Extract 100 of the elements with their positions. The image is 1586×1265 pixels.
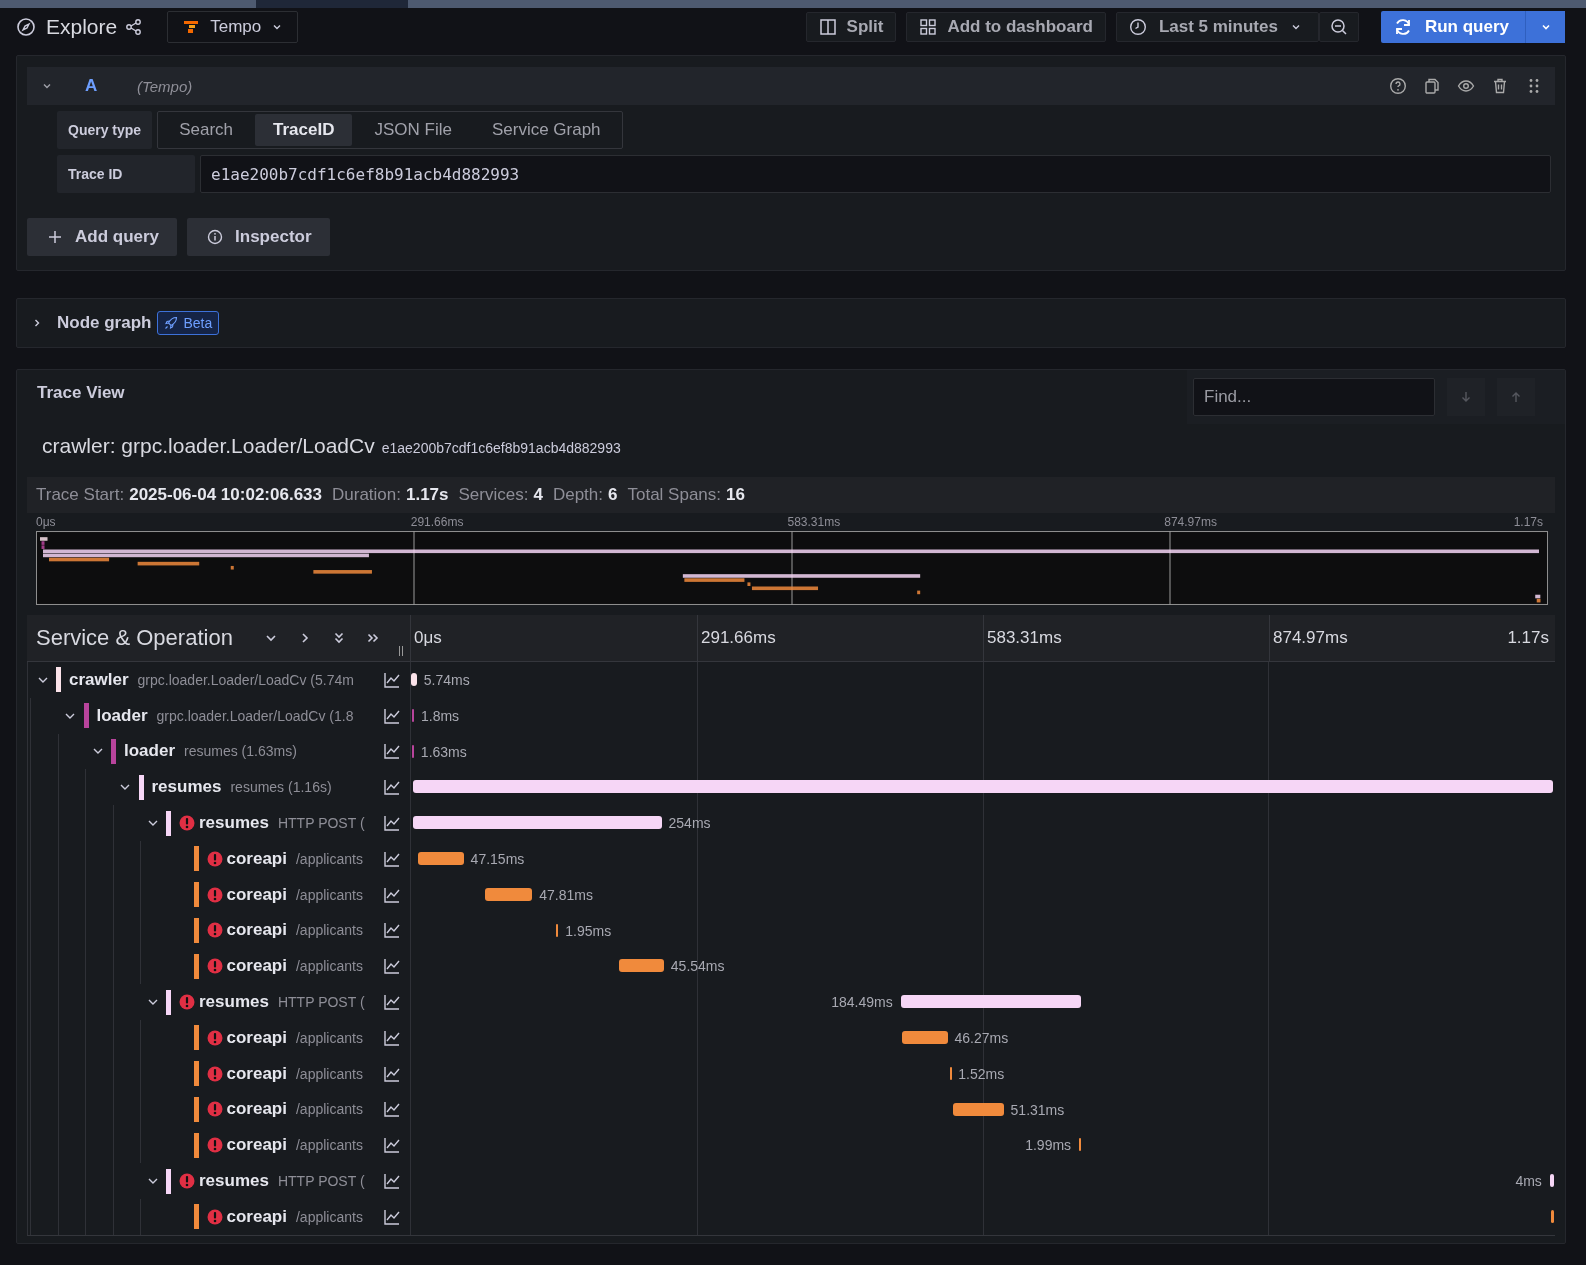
service-name[interactable]: resumes — [199, 992, 269, 1013]
service-name[interactable]: coreapi — [226, 920, 287, 941]
span-bar[interactable] — [1549, 1174, 1554, 1188]
span-bar[interactable] — [411, 673, 417, 686]
scroll-bar[interactable] — [0, 0, 1586, 8]
operation-name: /applicants — [296, 1029, 364, 1046]
span-bar[interactable] — [949, 1066, 952, 1080]
service-name[interactable]: coreapi — [226, 848, 287, 869]
line-chart-icon[interactable] — [383, 742, 401, 761]
service-name[interactable]: coreapi — [226, 956, 287, 977]
run-query-button[interactable]: Run query — [1380, 11, 1525, 43]
eye-icon[interactable] — [1457, 77, 1475, 95]
stat-value: 4 — [533, 485, 543, 505]
span-bar[interactable] — [953, 1102, 1004, 1116]
service-name[interactable]: coreapi — [226, 884, 287, 905]
service-name[interactable]: coreapi — [226, 1206, 287, 1227]
trace-name: crawler: grpc.loader.Loader/LoadCv — [42, 434, 375, 458]
line-chart-icon[interactable] — [383, 1064, 401, 1083]
share-icon[interactable] — [125, 18, 144, 36]
service-name[interactable]: coreapi — [226, 1063, 287, 1084]
service-name[interactable]: coreapi — [226, 1027, 287, 1048]
stat-label: Duration: — [332, 485, 401, 505]
span-duration: 51.31ms — [1010, 1101, 1065, 1118]
line-chart-icon[interactable] — [383, 957, 401, 976]
service-name[interactable]: resumes — [199, 1171, 269, 1192]
span-duration: 45.54ms — [670, 958, 725, 975]
page-title: Explore — [46, 15, 118, 39]
datasource-picker[interactable]: Tempo — [167, 11, 299, 43]
inspector-button[interactable]: Inspector — [187, 218, 330, 256]
time-tick-label: 1.17s — [1507, 628, 1549, 648]
service-name[interactable]: crawler — [69, 669, 129, 690]
span-bar[interactable] — [413, 816, 662, 830]
query-type-tab[interactable]: TraceID — [255, 114, 353, 146]
time-range-picker[interactable]: Last 5 minutes — [1115, 12, 1319, 42]
line-chart-icon[interactable] — [383, 993, 401, 1012]
stat-label: Trace Start: — [36, 485, 125, 505]
clock-icon — [1128, 18, 1147, 36]
split-button[interactable]: Split — [805, 12, 897, 42]
query-ref: A — [85, 76, 99, 96]
rocket-icon — [164, 316, 179, 330]
line-chart-icon[interactable] — [383, 670, 401, 689]
line-chart-icon[interactable] — [383, 849, 401, 868]
trace-id-field[interactable]: e1ae200b7cdf1c6ef8b91acb4d882993 — [200, 155, 1551, 193]
trace-minimap[interactable] — [36, 531, 1548, 605]
span-bar[interactable] — [556, 923, 559, 937]
find-field[interactable]: Find... — [1193, 378, 1435, 416]
operation-name: resumes (1.63ms) — [184, 743, 298, 760]
span-bar[interactable] — [417, 852, 464, 865]
line-chart-icon[interactable] — [383, 1207, 401, 1226]
span-duration: 1.99ms — [1025, 1137, 1072, 1154]
zoom-out-button[interactable] — [1318, 12, 1359, 42]
line-chart-icon[interactable] — [383, 1028, 401, 1047]
stat-label: Services: — [458, 485, 529, 505]
stat-label: Depth: — [552, 485, 603, 505]
service-name[interactable]: coreapi — [226, 1099, 287, 1120]
query-type-tab[interactable]: Service Graph — [473, 114, 619, 146]
datasource-name: (Tempo) — [137, 77, 193, 95]
resize-handle-icon[interactable] — [398, 645, 404, 657]
time-tick-label: 583.31ms — [987, 628, 1062, 648]
tempo-logo-icon — [182, 18, 201, 36]
line-chart-icon[interactable] — [383, 885, 401, 904]
trash-icon[interactable] — [1491, 77, 1509, 95]
line-chart-icon[interactable] — [383, 1100, 401, 1119]
service-name[interactable]: loader — [124, 741, 176, 762]
service-name[interactable]: resumes — [199, 813, 269, 834]
span-bar[interactable] — [900, 995, 1082, 1009]
span-duration: 254ms — [668, 815, 711, 832]
query-type-tab[interactable]: JSON File — [356, 114, 470, 146]
grid-icon — [919, 18, 938, 36]
service-name[interactable]: resumes — [151, 777, 222, 798]
service-name[interactable]: loader — [96, 705, 148, 726]
span-bar[interactable] — [485, 887, 533, 901]
service-name[interactable]: coreapi — [226, 1135, 287, 1156]
span-bar[interactable] — [413, 780, 1553, 794]
minimap-tick-label: 0μs — [36, 515, 56, 531]
operation-name: /applicants — [296, 1065, 364, 1082]
help-icon[interactable] — [1389, 77, 1407, 95]
span-bar[interactable] — [901, 1030, 948, 1044]
panel-title[interactable]: Node graph — [57, 313, 152, 333]
span-bar[interactable] — [619, 959, 664, 973]
panel-title: Trace View — [37, 383, 125, 403]
line-chart-icon[interactable] — [383, 778, 401, 797]
add-to-dashboard-button[interactable]: Add to dashboard — [906, 12, 1106, 42]
span-bar[interactable] — [1551, 1209, 1554, 1223]
copy-icon[interactable] — [1423, 77, 1441, 95]
line-chart-icon[interactable] — [383, 814, 401, 833]
line-chart-icon[interactable] — [383, 1136, 401, 1155]
span-duration: 1.8ms — [420, 707, 460, 724]
span-duration: 4ms — [1515, 1173, 1542, 1190]
line-chart-icon[interactable] — [383, 706, 401, 725]
operation-name: HTTP POST ( — [277, 815, 366, 832]
line-chart-icon[interactable] — [383, 1172, 401, 1191]
query-type-tab[interactable]: Search — [161, 114, 251, 146]
line-chart-icon[interactable] — [383, 921, 401, 940]
trace-id-label: Trace ID — [57, 155, 195, 193]
span-bar[interactable] — [1079, 1138, 1082, 1152]
span-duration: 1.63ms — [420, 743, 467, 760]
add-query-button[interactable]: Add query — [27, 218, 178, 256]
plus-icon — [47, 229, 63, 245]
span-duration: 184.49ms — [831, 994, 893, 1011]
